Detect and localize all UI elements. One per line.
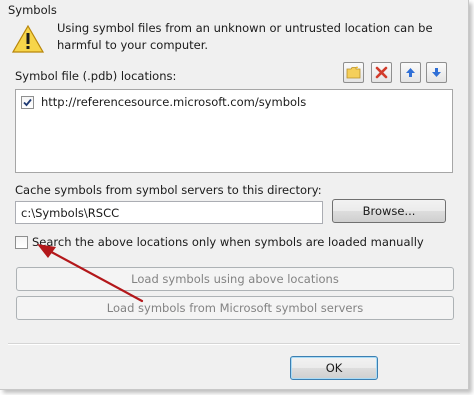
- warning-icon: [12, 25, 44, 53]
- folder-add-icon: [346, 66, 361, 79]
- options-dialog: Symbols Using symbol files from an unkno…: [0, 0, 469, 390]
- checkmark-icon: [23, 98, 32, 106]
- move-up-button[interactable]: [400, 62, 421, 83]
- load-microsoft-servers-button[interactable]: Load symbols from Microsoft symbol serve…: [16, 296, 454, 320]
- section-title: Symbols: [8, 3, 57, 17]
- location-checkbox[interactable]: [21, 95, 34, 109]
- location-url: http://referencesource.microsoft.com/sym…: [41, 95, 307, 109]
- new-folder-button[interactable]: [343, 62, 364, 83]
- manual-only-checkbox[interactable]: [15, 235, 28, 249]
- cache-directory-input[interactable]: [15, 201, 323, 224]
- symbol-locations-list[interactable]: http://referencesource.microsoft.com/sym…: [15, 89, 453, 173]
- locations-label: Symbol file (.pdb) locations:: [15, 69, 177, 83]
- ok-button[interactable]: OK: [290, 356, 378, 380]
- list-item[interactable]: http://referencesource.microsoft.com/sym…: [21, 95, 306, 109]
- footer-separator: [8, 343, 460, 345]
- arrow-up-icon: [406, 68, 415, 77]
- delete-button[interactable]: [371, 62, 392, 83]
- manual-only-label: Search the above locations only when sym…: [32, 235, 424, 249]
- delete-x-icon: [375, 66, 388, 79]
- browse-button[interactable]: Browse...: [332, 199, 446, 223]
- warning-text: Using symbol files from an unknown or un…: [57, 21, 433, 52]
- move-down-button[interactable]: [426, 62, 447, 83]
- arrow-down-icon: [432, 68, 441, 77]
- manual-only-row: Search the above locations only when sym…: [15, 235, 424, 249]
- cache-label: Cache symbols from symbol servers to thi…: [15, 183, 322, 197]
- load-above-locations-button[interactable]: Load symbols using above locations: [16, 267, 454, 291]
